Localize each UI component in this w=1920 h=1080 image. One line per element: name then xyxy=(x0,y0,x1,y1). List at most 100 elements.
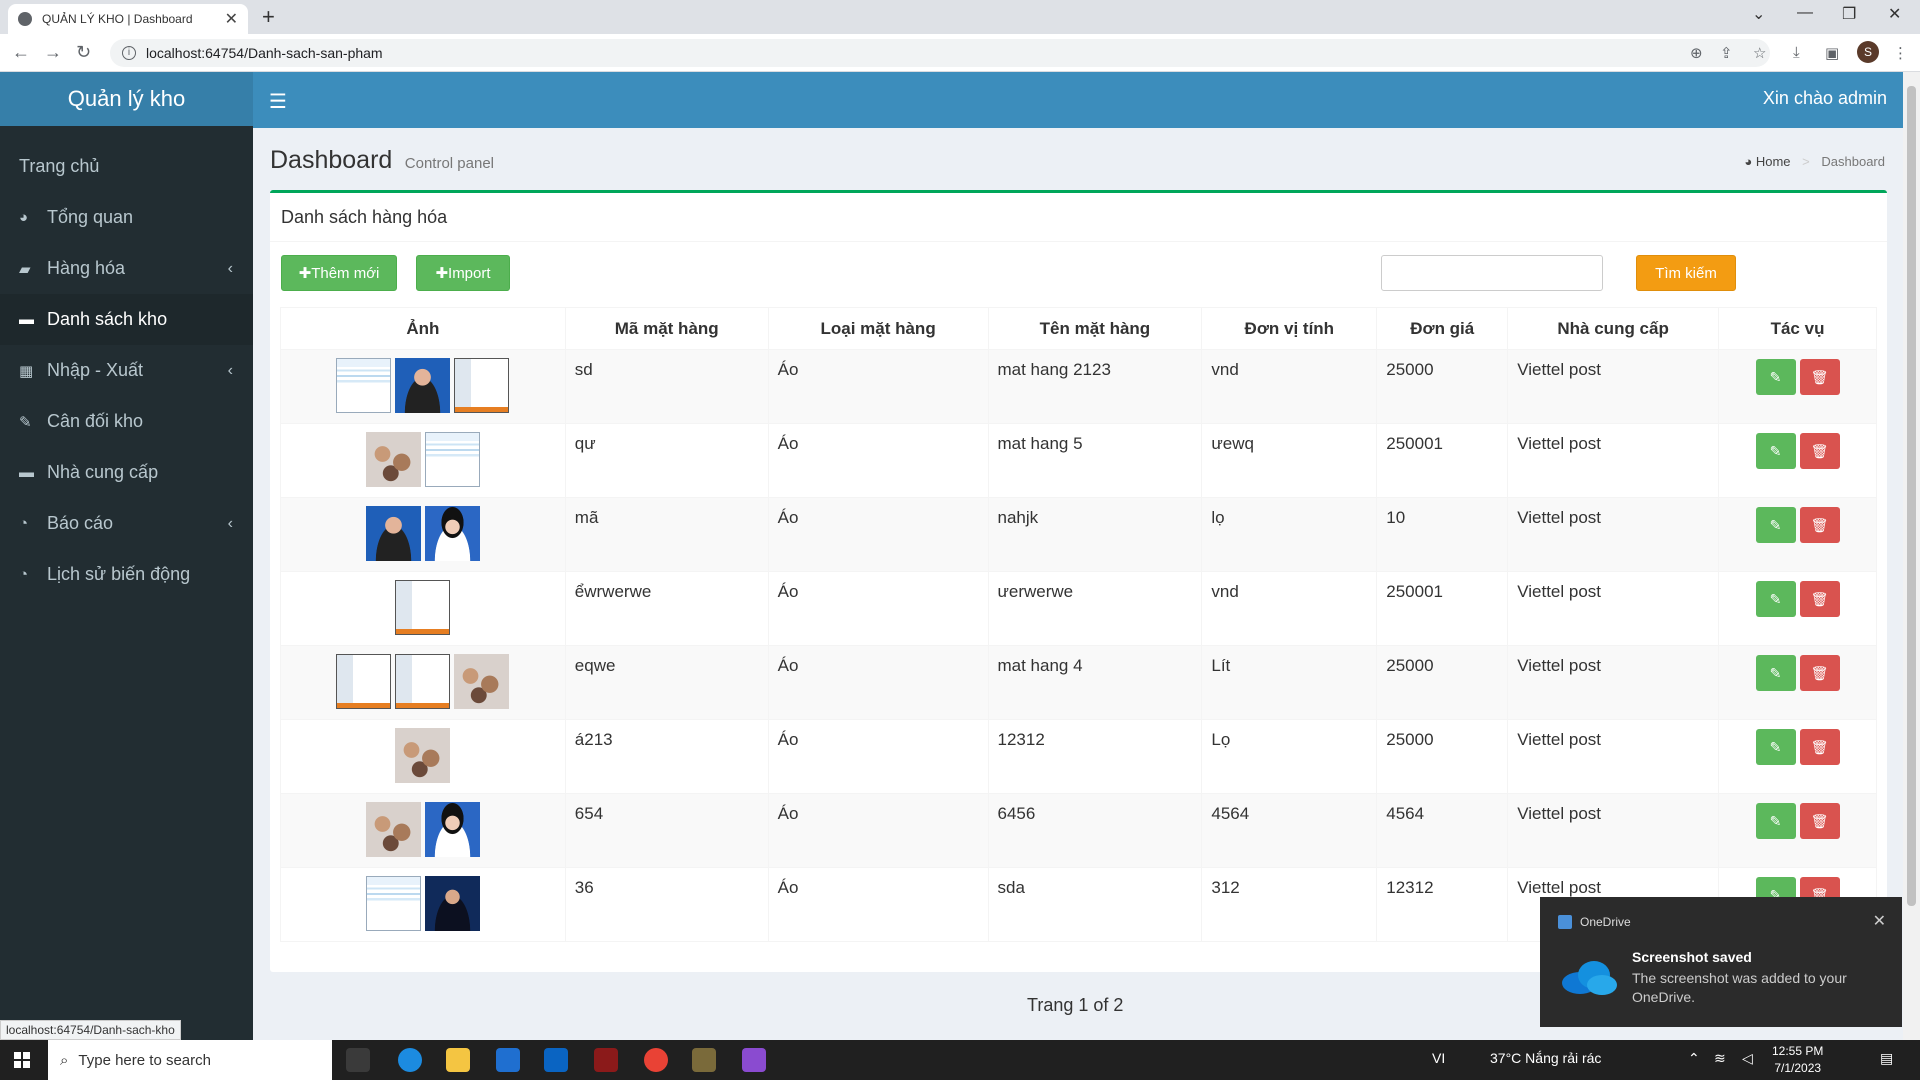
product-thumbnail[interactable] xyxy=(424,506,480,561)
add-new-button[interactable]: ✚Thêm mới xyxy=(281,255,397,291)
tab-close-icon[interactable]: ✕ xyxy=(225,9,238,29)
task-view-icon[interactable] xyxy=(346,1048,370,1072)
search-input[interactable] xyxy=(1381,255,1603,291)
chrome-icon[interactable] xyxy=(644,1048,668,1072)
volume-icon[interactable]: ◁ xyxy=(1742,1050,1753,1067)
share-icon[interactable]: ⇪ xyxy=(1720,44,1733,62)
app-logo[interactable]: Quản lý kho xyxy=(0,72,253,126)
minimize-icon[interactable]: — xyxy=(1797,4,1813,22)
site-info-icon[interactable]: i xyxy=(122,46,136,60)
hamburger-menu-icon[interactable]: ☰ xyxy=(269,89,287,114)
sidebar-item-warehouse-list[interactable]: ▬ Danh sách kho xyxy=(0,294,253,345)
windows-start-icon[interactable] xyxy=(14,1052,30,1068)
download-icon[interactable]: ⤓ xyxy=(1793,44,1800,61)
window-close-icon[interactable]: ✕ xyxy=(1888,4,1901,24)
search-button[interactable]: Tìm kiếm xyxy=(1636,255,1736,291)
profile-avatar[interactable]: S xyxy=(1857,41,1879,63)
breadcrumb-home[interactable]: Home xyxy=(1756,154,1791,169)
system-clock[interactable]: 12:55 PM 7/1/2023 xyxy=(1772,1043,1823,1077)
delete-button[interactable]: 🗑 xyxy=(1799,729,1840,765)
scrollbar-thumb[interactable] xyxy=(1907,86,1916,906)
search-icon: ⌕ xyxy=(60,1051,69,1069)
cell-price: 250001 xyxy=(1376,571,1509,646)
product-thumbnail[interactable] xyxy=(395,580,451,635)
edit-button[interactable]: ✎ xyxy=(1755,507,1796,543)
maximize-icon[interactable]: ❐ xyxy=(1842,4,1856,24)
product-thumbnail[interactable] xyxy=(336,654,392,709)
product-images-cell xyxy=(280,793,566,868)
sidebar-item-overview[interactable]: ◕ Tổng quan xyxy=(0,192,253,243)
onedrive-cloud-icon xyxy=(1562,961,1617,995)
delete-button[interactable]: 🗑 xyxy=(1799,359,1840,395)
file-explorer-icon[interactable] xyxy=(446,1048,470,1072)
folder-icon: ▬ xyxy=(19,311,34,328)
input-language[interactable]: VI xyxy=(1432,1050,1445,1066)
product-thumbnail[interactable] xyxy=(395,654,451,709)
product-images-cell xyxy=(280,867,566,942)
product-thumbnail[interactable] xyxy=(365,432,421,487)
side-panel-icon[interactable]: ▣ xyxy=(1825,44,1839,62)
cell-unit: vnd xyxy=(1201,571,1378,646)
product-thumbnail[interactable] xyxy=(336,358,392,413)
taskbar-search[interactable]: ⌕ Type here to search xyxy=(48,1040,332,1080)
user-greeting[interactable]: Xin chào admin xyxy=(1763,88,1887,109)
product-thumbnail[interactable] xyxy=(365,876,421,931)
toast-body: The screenshot was added to your OneDriv… xyxy=(1632,970,1847,1005)
delete-button[interactable]: 🗑 xyxy=(1799,507,1840,543)
sidebar-item-goods[interactable]: ▰ Hàng hóa ‹ xyxy=(0,243,253,294)
mail-icon[interactable] xyxy=(544,1048,568,1072)
delete-button[interactable]: 🗑 xyxy=(1799,655,1840,691)
product-thumbnail[interactable] xyxy=(365,802,421,857)
import-button[interactable]: ✚Import xyxy=(416,255,510,291)
new-tab-icon[interactable]: + xyxy=(262,4,275,30)
tools-icon[interactable] xyxy=(692,1048,716,1072)
notification-icon[interactable]: ▤ xyxy=(1880,1050,1893,1067)
product-thumbnail[interactable] xyxy=(454,358,510,413)
wifi-icon[interactable]: ≋ xyxy=(1714,1050,1726,1067)
sidebar-item-suppliers[interactable]: ▬ Nhà cung cấp xyxy=(0,447,253,498)
back-icon[interactable]: ← xyxy=(12,42,30,63)
sidebar-item-import-export[interactable]: ▦ Nhập - Xuất ‹ xyxy=(0,345,253,396)
edge-icon[interactable] xyxy=(398,1048,422,1072)
cell-type: Áo xyxy=(767,497,989,572)
menu-kebab-icon[interactable]: ⋮ xyxy=(1893,44,1908,62)
onedrive-notification[interactable]: OneDrive ✕ Screenshot saved The screensh… xyxy=(1540,897,1902,1027)
product-thumbnail[interactable] xyxy=(424,876,480,931)
product-thumbnail[interactable] xyxy=(395,728,451,783)
sidebar-item-home[interactable]: Trang chủ xyxy=(0,141,253,192)
delete-button[interactable]: 🗑 xyxy=(1799,581,1840,617)
toast-close-icon[interactable]: ✕ xyxy=(1873,911,1886,931)
page-scrollbar[interactable] xyxy=(1903,72,1920,1040)
store-icon[interactable] xyxy=(496,1048,520,1072)
edit-button[interactable]: ✎ xyxy=(1755,581,1796,617)
table-row: á213 Áo 12312 Lọ 25000 Viettel post ✎ 🗑 xyxy=(280,719,1877,794)
forward-icon[interactable]: → xyxy=(44,42,62,63)
product-thumbnail[interactable] xyxy=(395,358,451,413)
product-thumbnail[interactable] xyxy=(454,654,510,709)
bookmark-star-icon[interactable]: ☆ xyxy=(1753,44,1766,62)
pie-chart-icon: ◔ xyxy=(19,515,29,532)
edit-button[interactable]: ✎ xyxy=(1755,655,1796,691)
delete-button[interactable]: 🗑 xyxy=(1799,803,1840,839)
tab-search-icon[interactable]: ⌄ xyxy=(1752,4,1765,24)
visual-studio-icon[interactable] xyxy=(742,1048,766,1072)
product-thumbnail[interactable] xyxy=(365,506,421,561)
edit-button[interactable]: ✎ xyxy=(1755,729,1796,765)
product-thumbnail[interactable] xyxy=(424,802,480,857)
product-thumbnail[interactable] xyxy=(424,432,480,487)
reload-icon[interactable]: ↻ xyxy=(76,42,91,63)
edit-button[interactable]: ✎ xyxy=(1755,359,1796,395)
delete-button[interactable]: 🗑 xyxy=(1799,433,1840,469)
top-navbar: ☰ Xin chào admin xyxy=(253,72,1903,128)
edit-button[interactable]: ✎ xyxy=(1755,433,1796,469)
tray-chevron-icon[interactable]: ⌃ xyxy=(1688,1050,1700,1067)
zoom-icon[interactable]: ⊕ xyxy=(1690,44,1703,62)
address-input[interactable]: i localhost:64754/Danh-sach-san-pham xyxy=(110,39,1770,67)
sidebar-item-history[interactable]: ◔ Lịch sử biến động xyxy=(0,549,253,600)
browser-tab[interactable]: QUẢN LÝ KHO | Dashboard ✕ xyxy=(8,4,248,34)
edit-button[interactable]: ✎ xyxy=(1755,803,1796,839)
app-icon[interactable] xyxy=(594,1048,618,1072)
sidebar-item-reports[interactable]: ◔ Báo cáo ‹ xyxy=(0,498,253,549)
weather-widget[interactable]: 37°C Nắng rải rác xyxy=(1490,1050,1601,1066)
sidebar-item-balance[interactable]: ✎ Cân đối kho xyxy=(0,396,253,447)
